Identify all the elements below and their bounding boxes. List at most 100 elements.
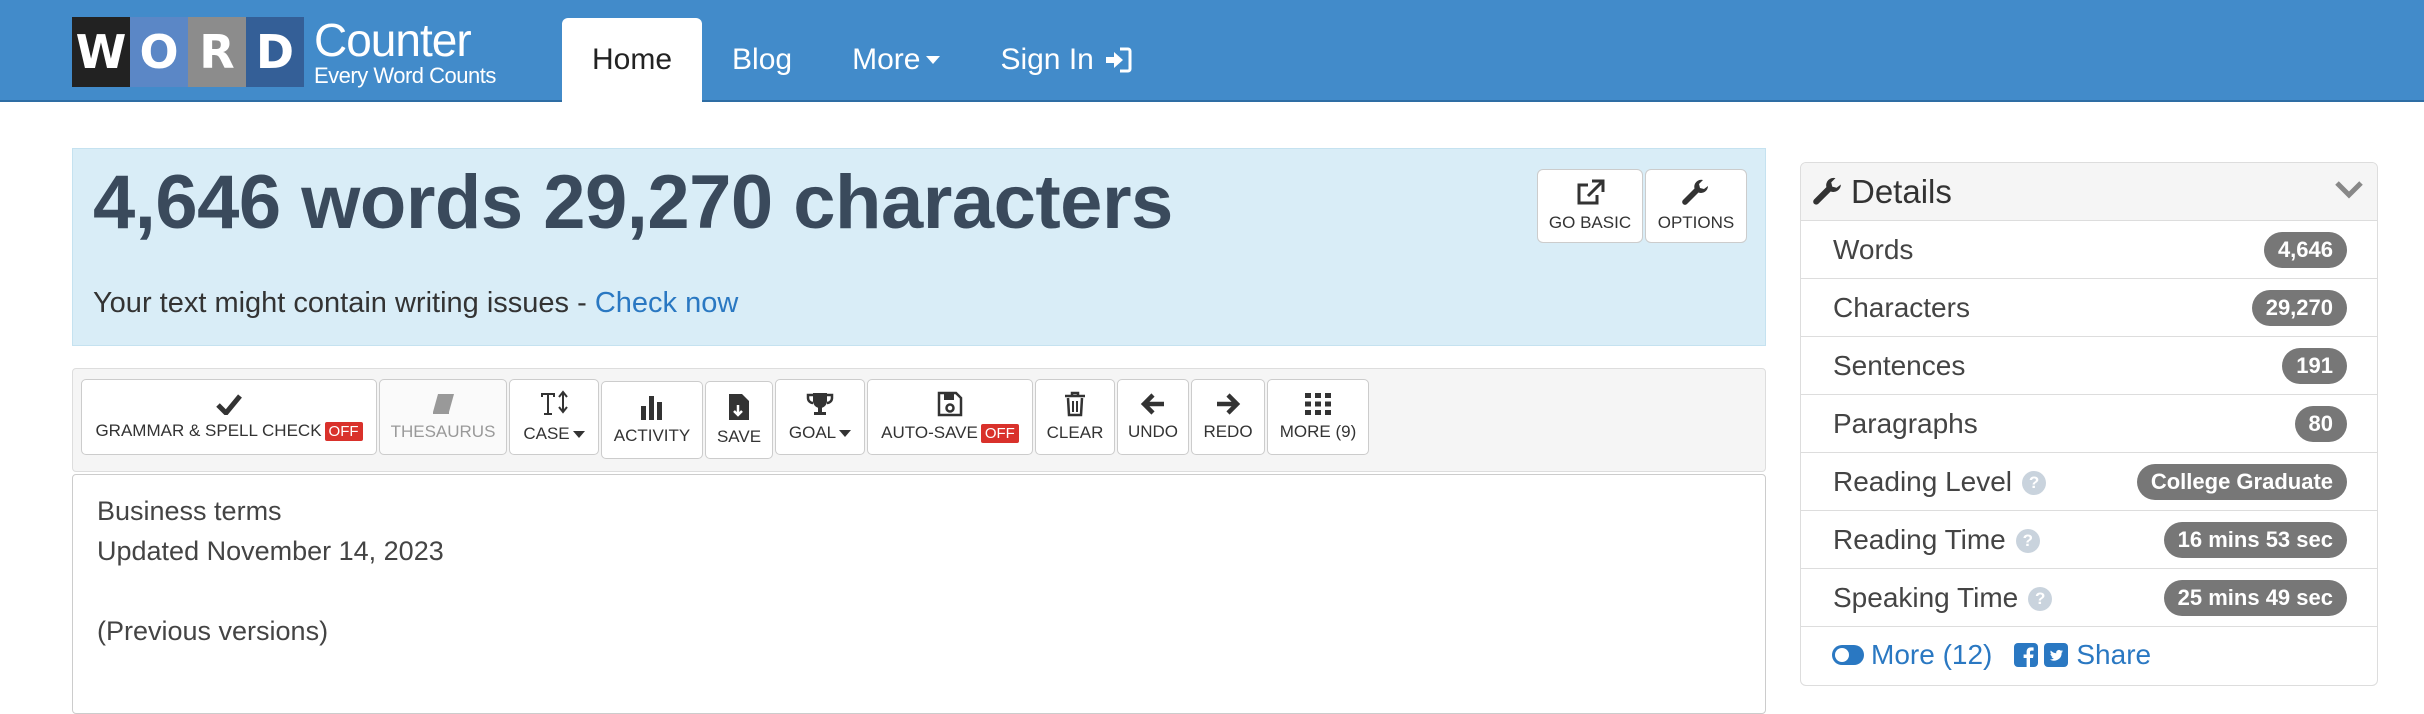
detail-value-badge: 80 bbox=[2294, 405, 2347, 442]
floppy-disk-icon bbox=[937, 391, 963, 417]
top-navbar: W O R D Counter Every Word Counts Home B… bbox=[0, 0, 2424, 102]
details-footer: More (12) Share bbox=[1801, 627, 2377, 683]
detail-row-characters: Characters 29,270 bbox=[1801, 279, 2377, 337]
detail-value-badge: 4,646 bbox=[2263, 231, 2347, 268]
trash-icon bbox=[1065, 391, 1085, 417]
writing-issues-notice: Your text might contain writing issues -… bbox=[93, 287, 738, 320]
logo-tile-r: R bbox=[188, 17, 246, 87]
detail-row-sentences: Sentences 191 bbox=[1801, 337, 2377, 395]
help-icon[interactable]: ? bbox=[2015, 529, 2040, 554]
save-button[interactable]: SAVE bbox=[705, 381, 773, 459]
options-button[interactable]: OPTIONS bbox=[1645, 169, 1747, 243]
nav-home[interactable]: Home bbox=[562, 18, 703, 102]
go-basic-label: GO BASIC bbox=[1548, 213, 1632, 232]
detail-value-badge: 29,270 bbox=[2251, 289, 2347, 326]
external-link-icon bbox=[1577, 179, 1605, 205]
grammar-check-label: GRAMMAR & SPELL CHECK bbox=[95, 421, 322, 440]
details-more-link[interactable]: More (12) bbox=[1871, 639, 1992, 671]
nav-more[interactable]: More bbox=[822, 18, 970, 102]
logo-brand: Counter Every Word Counts bbox=[314, 17, 496, 87]
share-link[interactable]: Share bbox=[2076, 639, 2151, 671]
detail-value-badge: 25 mins 49 sec bbox=[2163, 579, 2347, 616]
go-basic-button[interactable]: GO BASIC bbox=[1537, 169, 1643, 243]
detail-row-reading-time: Reading Time? 16 mins 53 sec bbox=[1801, 511, 2377, 569]
trophy-icon bbox=[806, 393, 834, 415]
detail-label: Characters bbox=[1833, 291, 1970, 323]
save-label: SAVE bbox=[716, 427, 762, 446]
auto-save-label: AUTO-SAVE bbox=[881, 423, 978, 442]
goal-button[interactable]: GOAL bbox=[775, 379, 865, 455]
auto-save-button[interactable]: AUTO-SAVE OFF bbox=[867, 379, 1033, 455]
nav-signin-label: Sign In bbox=[1000, 43, 1094, 76]
help-icon[interactable]: ? bbox=[2022, 471, 2047, 496]
details-panel: Details Words 4,646 Characters 29,270 Se… bbox=[1800, 162, 2378, 686]
help-icon[interactable]: ? bbox=[2028, 587, 2053, 612]
detail-label: Paragraphs bbox=[1833, 407, 1978, 439]
detail-label: Words bbox=[1833, 233, 1914, 265]
activity-label: ACTIVITY bbox=[613, 426, 691, 445]
case-button[interactable]: CASE bbox=[509, 379, 599, 455]
editor-line: Updated November 14, 2023 bbox=[97, 536, 444, 566]
detail-label: Reading Time bbox=[1833, 523, 2006, 555]
detail-row-words: Words 4,646 bbox=[1801, 221, 2377, 279]
detail-label: Sentences bbox=[1833, 349, 1966, 381]
grammar-off-badge: OFF bbox=[324, 422, 363, 441]
detail-value-badge: College Graduate bbox=[2136, 463, 2347, 500]
more-tools-button[interactable]: MORE (9) bbox=[1267, 379, 1369, 455]
redo-button[interactable]: REDO bbox=[1191, 379, 1265, 455]
word-character-count: 4,646 words 29,270 characters bbox=[93, 160, 1173, 245]
text-case-icon bbox=[539, 390, 568, 415]
thesaurus-button[interactable]: THESAURUS bbox=[379, 379, 507, 455]
details-title: Details bbox=[1851, 172, 1952, 210]
case-caret-icon bbox=[572, 431, 585, 439]
editor-line: (Previous versions) bbox=[97, 616, 329, 646]
nav-more-label: More bbox=[852, 43, 921, 76]
facebook-icon[interactable] bbox=[2014, 643, 2039, 667]
wordcounter-logo[interactable]: W O R D Counter Every Word Counts bbox=[72, 17, 496, 87]
grid-icon bbox=[1305, 393, 1331, 415]
thesaurus-label: THESAURUS bbox=[390, 422, 496, 441]
logo-tile-o: O bbox=[130, 17, 188, 87]
detail-row-speaking-time: Speaking Time? 25 mins 49 sec bbox=[1801, 569, 2377, 627]
sign-in-icon bbox=[1105, 47, 1132, 73]
bar-chart-icon bbox=[641, 396, 662, 420]
logo-tile-w: W bbox=[72, 17, 130, 87]
check-now-link[interactable]: Check now bbox=[595, 287, 738, 319]
arrow-left-icon bbox=[1140, 393, 1164, 415]
detail-label: Reading Level bbox=[1833, 465, 2013, 497]
checkmark-icon bbox=[216, 394, 242, 415]
clear-label: CLEAR bbox=[1046, 423, 1104, 442]
nav-signin[interactable]: Sign In bbox=[970, 18, 1161, 102]
editor-toolbar: GRAMMAR & SPELL CHECK OFF THESAURUS CASE … bbox=[72, 368, 1766, 472]
detail-value-badge: 16 mins 53 sec bbox=[2163, 521, 2347, 558]
undo-button[interactable]: UNDO bbox=[1117, 379, 1189, 455]
logo-brand-name: Counter bbox=[314, 14, 472, 66]
case-label: CASE bbox=[523, 424, 570, 443]
nav-blog[interactable]: Blog bbox=[702, 18, 822, 102]
arrow-right-icon bbox=[1217, 393, 1241, 415]
detail-value-badge: 191 bbox=[2282, 347, 2347, 384]
writing-issues-text: Your text might contain writing issues - bbox=[93, 287, 595, 319]
save-file-icon bbox=[729, 394, 749, 420]
logo-tile-d: D bbox=[246, 17, 304, 87]
editor-line: Business terms bbox=[97, 496, 282, 526]
detail-row-reading-level: Reading Level? College Graduate bbox=[1801, 453, 2377, 511]
detail-row-paragraphs: Paragraphs 80 bbox=[1801, 395, 2377, 453]
details-header[interactable]: Details bbox=[1801, 163, 2377, 221]
wrench-icon bbox=[1682, 179, 1708, 205]
goal-caret-icon bbox=[839, 430, 852, 438]
more-tools-label: MORE (9) bbox=[1279, 422, 1357, 441]
twitter-icon[interactable] bbox=[2044, 643, 2069, 667]
book-icon bbox=[433, 394, 454, 414]
auto-save-off-badge: OFF bbox=[980, 424, 1019, 443]
logo-tagline: Every Word Counts bbox=[314, 63, 496, 88]
redo-label: REDO bbox=[1203, 422, 1253, 441]
main-nav: Home Blog More Sign In bbox=[562, 18, 1162, 102]
grammar-check-button[interactable]: GRAMMAR & SPELL CHECK OFF bbox=[81, 379, 377, 455]
chevron-down-icon[interactable] bbox=[2333, 177, 2365, 201]
wrench-icon bbox=[1813, 177, 1841, 205]
text-editor[interactable]: Business terms Updated November 14, 2023… bbox=[72, 474, 1766, 714]
clear-button[interactable]: CLEAR bbox=[1035, 379, 1115, 455]
activity-button[interactable]: ACTIVITY bbox=[601, 381, 703, 459]
toggle-icon bbox=[1832, 645, 1864, 665]
